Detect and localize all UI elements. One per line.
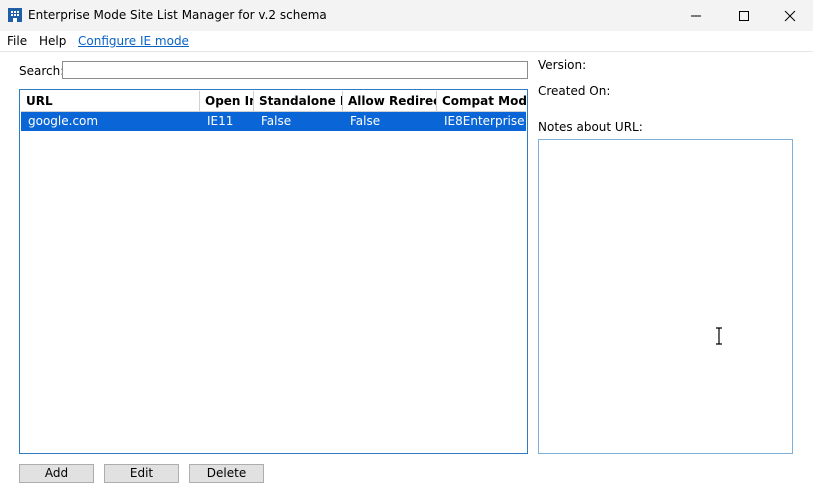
- column-header-allow-redirect[interactable]: Allow Redirect: [343, 91, 437, 111]
- cell-url: google.com: [28, 114, 99, 128]
- column-header-standalone-ie[interactable]: Standalone IE: [254, 91, 343, 111]
- search-label: Search:: [19, 64, 65, 78]
- site-list-table[interactable]: URL Open In Standalone IE Allow Redirect…: [19, 89, 528, 454]
- minimize-icon: [691, 15, 701, 17]
- close-icon: [784, 10, 796, 22]
- edit-button[interactable]: Edit: [104, 464, 179, 483]
- cell-allow-redirect: False: [350, 114, 381, 128]
- created-on-label: Created On:: [538, 84, 611, 98]
- version-label: Version:: [538, 58, 587, 72]
- table-header: URL Open In Standalone IE Allow Redirect…: [21, 91, 526, 112]
- column-header-compat-mode[interactable]: Compat Mode: [437, 91, 526, 111]
- cell-standalone-ie: False: [261, 114, 292, 128]
- maximize-icon: [739, 11, 749, 21]
- configure-ie-mode-link[interactable]: Configure IE mode: [78, 34, 189, 48]
- window-title: Enterprise Mode Site List Manager for v.…: [28, 8, 327, 22]
- column-header-open-in[interactable]: Open In: [200, 91, 254, 111]
- maximize-button[interactable]: [721, 0, 767, 31]
- cell-open-in: IE11: [207, 114, 234, 128]
- menu-help[interactable]: Help: [39, 34, 66, 48]
- menu-file[interactable]: File: [7, 34, 27, 48]
- title-bar: Enterprise Mode Site List Manager for v.…: [0, 0, 813, 31]
- add-button[interactable]: Add: [19, 464, 94, 483]
- table-row[interactable]: google.com IE11 False False IE8Enterpris…: [21, 112, 526, 131]
- building-icon: [8, 8, 22, 22]
- menu-bar: File Help Configure IE mode: [0, 31, 813, 52]
- search-input[interactable]: [62, 61, 528, 79]
- close-button[interactable]: [767, 0, 813, 31]
- text-cursor-icon: [714, 327, 724, 345]
- cell-compat-mode: IE8Enterprise: [444, 114, 525, 128]
- delete-button[interactable]: Delete: [189, 464, 264, 483]
- notes-label: Notes about URL:: [538, 120, 643, 134]
- minimize-button[interactable]: [673, 0, 719, 31]
- column-header-url[interactable]: URL: [21, 91, 200, 111]
- notes-textarea[interactable]: [538, 139, 793, 454]
